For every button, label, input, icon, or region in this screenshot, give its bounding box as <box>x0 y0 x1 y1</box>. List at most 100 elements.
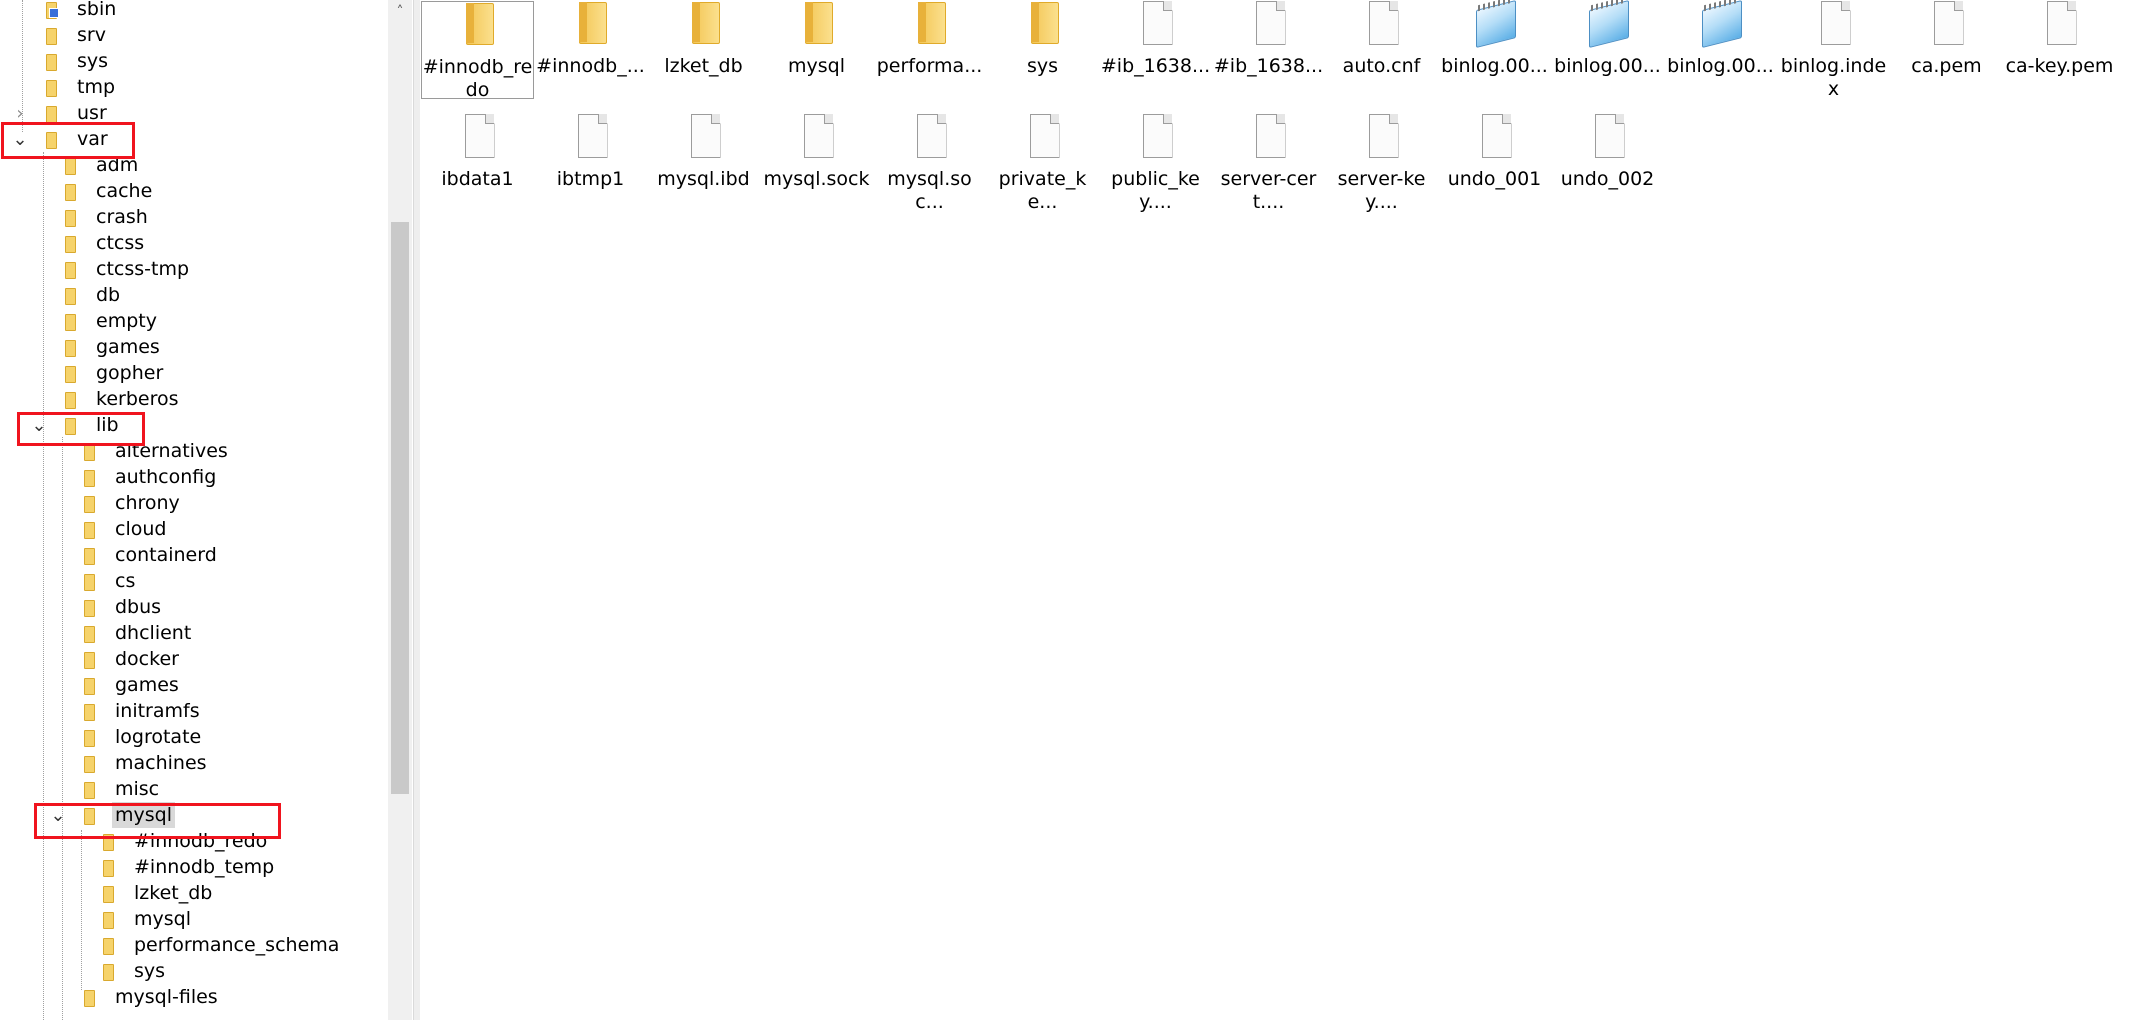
tree-item-containerd[interactable]: containerd <box>80 542 220 568</box>
tree-item-logrotate[interactable]: logrotate <box>80 724 204 750</box>
file-item[interactable]: server-key.... <box>1325 114 1438 216</box>
tree-item-innodb-temp[interactable]: #innodb_temp <box>99 854 277 880</box>
tree-item-sys[interactable]: sys <box>42 48 111 74</box>
tree-item-sbin[interactable]: sbin <box>42 0 119 22</box>
file-item[interactable]: binlog.00... <box>1664 1 1777 103</box>
folder-icon <box>61 363 79 383</box>
file-item[interactable]: binlog.00... <box>1438 1 1551 103</box>
tree-item-sys[interactable]: sys <box>99 958 168 984</box>
file-item[interactable]: undo_001 <box>1438 114 1551 216</box>
folder-icon <box>792 1 842 45</box>
chevron-up-icon[interactable]: ˄ <box>388 0 412 24</box>
file-item-name: #ib_1638... <box>1213 55 1324 77</box>
tree-item-label: sys <box>77 50 109 72</box>
folder-tree[interactable]: sbin srv sys tmp › usr ⌄ var adm cache crash ctcss c… <box>0 0 390 1020</box>
tree-item-chrony[interactable]: chrony <box>80 490 183 516</box>
tree-item-authconfig[interactable]: authconfig <box>80 464 219 490</box>
file-item[interactable]: sys <box>986 1 1099 103</box>
file-item[interactable]: #ib_1638... <box>1099 1 1212 103</box>
tree-item-misc[interactable]: misc <box>80 776 162 802</box>
tree-item-label: srv <box>77 24 106 46</box>
file-icon <box>1922 1 1972 45</box>
file-item[interactable]: public_key.... <box>1099 114 1212 216</box>
tree-item-db[interactable]: db <box>61 282 123 308</box>
tree-item-games[interactable]: games <box>80 672 182 698</box>
tree-item-label: kerberos <box>96 388 179 410</box>
tree-item-games[interactable]: games <box>61 334 163 360</box>
file-item[interactable]: #innodb_re do <box>421 1 534 101</box>
tree-scrollbar[interactable]: ˄ <box>388 0 412 1020</box>
folder-icon <box>61 389 79 409</box>
file-item[interactable]: #ib_1638... <box>1212 1 1325 103</box>
folder-icon <box>80 649 98 669</box>
file-item-name: sys <box>1026 55 1059 77</box>
folder-icon <box>80 753 98 773</box>
tree-item-dbus[interactable]: dbus <box>80 594 164 620</box>
tree-item-label: db <box>96 284 121 306</box>
file-item[interactable]: mysql.sock <box>760 114 873 216</box>
file-item-name: auto.cnf <box>1342 55 1421 77</box>
file-item[interactable]: server-cert.... <box>1212 114 1325 216</box>
file-item[interactable]: mysql <box>760 1 873 103</box>
file-item[interactable]: auto.cnf <box>1325 1 1438 103</box>
folder-icon <box>80 545 98 565</box>
file-icon <box>905 114 955 158</box>
file-icon <box>1470 114 1520 158</box>
file-item[interactable]: undo_002 <box>1551 114 1664 216</box>
highlight-mysql <box>34 803 281 839</box>
tree-item-dhclient[interactable]: dhclient <box>80 620 194 646</box>
tree-item-mysql[interactable]: mysql <box>99 906 194 932</box>
file-item[interactable]: private_ke... <box>986 114 1099 216</box>
tree-item-tmp[interactable]: tmp <box>42 74 118 100</box>
file-icon <box>2035 1 2085 45</box>
tree-item-machines[interactable]: machines <box>80 750 210 776</box>
tree-item-label: cloud <box>115 518 167 540</box>
file-item[interactable]: clie <box>2116 1 2146 103</box>
tree-item-label: sys <box>134 960 166 982</box>
file-item[interactable]: mysql.ibd <box>647 114 760 216</box>
tree-item-kerberos[interactable]: kerberos <box>61 386 182 412</box>
tree-item-cloud[interactable]: cloud <box>80 516 169 542</box>
file-item-name: binlog.00... <box>1441 55 1548 77</box>
tree-item-initramfs[interactable]: initramfs <box>80 698 203 724</box>
file-item-name: mysql.sock <box>763 168 870 190</box>
file-item[interactable]: ca.pem <box>1890 1 2003 103</box>
tree-item-cs[interactable]: cs <box>80 568 138 594</box>
folder-icon <box>80 571 98 591</box>
file-icons-view[interactable]: #innodb_re do #innodb_... lzket_db mysql per… <box>420 0 2146 1020</box>
tree-item-label: #innodb_temp <box>134 856 275 878</box>
tree-item-srv[interactable]: srv <box>42 22 109 48</box>
tree-item-ctcss-tmp[interactable]: ctcss-tmp <box>61 256 192 282</box>
file-icon <box>792 114 842 158</box>
tree-item-docker[interactable]: docker <box>80 646 182 672</box>
tree-item-mysql-files[interactable]: mysql-files <box>80 984 221 1010</box>
scrollbar-thumb[interactable] <box>391 222 409 794</box>
file-item[interactable]: binlog.00... <box>1551 1 1664 103</box>
file-item[interactable]: mysql.soc... <box>873 114 986 216</box>
tree-item-gopher[interactable]: gopher <box>61 360 166 386</box>
tree-item-label: tmp <box>77 76 116 98</box>
tree-item-label: misc <box>115 778 160 800</box>
folder-icon <box>80 727 98 747</box>
file-item[interactable]: ca-key.pem <box>2003 1 2116 103</box>
tree-item-empty[interactable]: empty <box>61 308 160 334</box>
folder-icon <box>80 675 98 695</box>
file-item-name: ca.pem <box>1911 55 1982 77</box>
file-item[interactable]: binlog.index <box>1777 1 1890 103</box>
tree-item-crash[interactable]: crash <box>61 204 151 230</box>
folder-icon <box>99 857 117 877</box>
pane-splitter[interactable] <box>413 0 420 1020</box>
file-item[interactable]: lzket_db <box>647 1 760 103</box>
file-item[interactable]: ibtmp1 <box>534 114 647 216</box>
tree-item-performance-schema[interactable]: performance_schema <box>99 932 342 958</box>
file-item[interactable]: #innodb_... <box>534 1 647 103</box>
file-icon <box>679 114 729 158</box>
file-item-name: mysql.soc... <box>887 168 972 213</box>
tree-item-lzket-db[interactable]: lzket_db <box>99 880 215 906</box>
file-item[interactable]: ibdata1 <box>421 114 534 216</box>
tree-item-cache[interactable]: cache <box>61 178 155 204</box>
tree-item-ctcss[interactable]: ctcss <box>61 230 147 256</box>
tree-item-label: machines <box>115 752 207 774</box>
notepad-icon <box>1696 1 1746 45</box>
file-item[interactable]: performa... <box>873 1 986 103</box>
